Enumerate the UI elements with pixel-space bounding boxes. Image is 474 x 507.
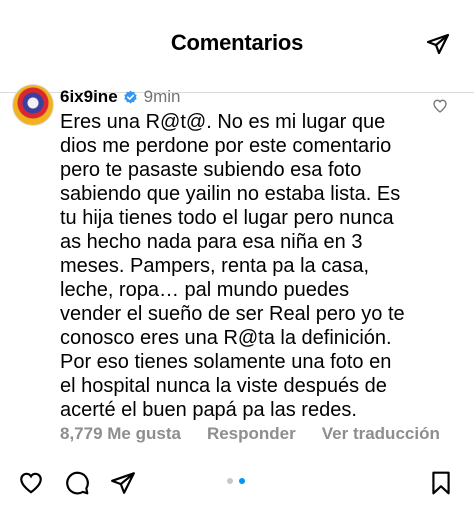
comment-header: 6ix9ine 9min (60, 86, 181, 108)
comment-icon[interactable] (64, 470, 90, 496)
send-icon[interactable] (426, 32, 450, 56)
likes-count[interactable]: 8,779 Me gusta (60, 424, 181, 444)
carousel-dot (227, 478, 233, 484)
header: Comentarios (0, 0, 474, 93)
carousel-dot-active (239, 478, 245, 484)
reply-button[interactable]: Responder (207, 424, 296, 444)
username[interactable]: 6ix9ine (60, 87, 118, 107)
heart-icon[interactable] (18, 470, 44, 496)
avatar[interactable] (12, 84, 54, 126)
translate-button[interactable]: Ver traducción (322, 424, 440, 444)
comment-time: 9min (143, 87, 181, 106)
post-action-bar (0, 462, 474, 507)
verified-badge-icon (123, 89, 137, 104)
bookmark-icon[interactable] (428, 470, 454, 496)
comment-actions: 8,779 Me gusta Responder Ver traducción (60, 424, 440, 444)
carousel-indicator (227, 478, 245, 484)
page-title: Comentarios (170, 30, 304, 55)
comment-text: Eres una R@t@. No es mi lugar que dios m… (60, 111, 405, 421)
share-icon[interactable] (110, 470, 136, 496)
